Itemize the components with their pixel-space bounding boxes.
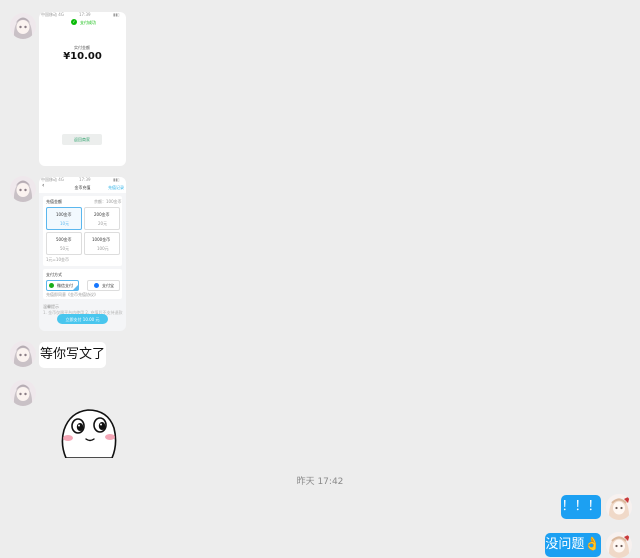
- avatar[interactable]: [10, 13, 36, 39]
- option-coins: 1000金币: [92, 237, 111, 242]
- alipay-icon: [94, 283, 99, 288]
- pay-now-button[interactable]: 立即支付 10.00 元: [57, 314, 108, 324]
- option-card[interactable]: 200金币 20元: [84, 207, 120, 230]
- anime-avatar-icon: [10, 13, 36, 39]
- option-coins: 200金币: [94, 212, 110, 217]
- status-bar-left: 中国移动 4G: [41, 12, 64, 17]
- wechat-icon: [49, 283, 54, 288]
- amount-label: 实付金额: [74, 45, 90, 50]
- anime-avatar-icon: [606, 532, 632, 558]
- status-bar-time: 17:39: [79, 12, 91, 17]
- agreement-text[interactable]: 充值即同意《金币充值协议》: [46, 292, 98, 297]
- image-message-recharge-page[interactable]: 中国移动 4G 17:39 ▮▮▯ ‹ 金币充值 充值记录 充值金额 余额：10…: [39, 177, 126, 331]
- success-title: 支付成功: [80, 20, 96, 25]
- option-price: 20元: [98, 221, 108, 226]
- message-bubble-incoming[interactable]: 等你写文了: [39, 342, 106, 368]
- blob-face-sticker-icon: [61, 409, 117, 458]
- chat-timestamp: 昨天 17:42: [296, 477, 344, 487]
- self-avatar[interactable]: [606, 532, 632, 558]
- option-coins: 100金币: [56, 212, 72, 217]
- exchange-note: 1元=10金币: [46, 257, 69, 262]
- image-message-payment-success[interactable]: 中国移动 4G 17:39 ▮▮▯ ✓ 支付成功 实付金额 ¥10.00 返回商…: [39, 12, 126, 166]
- anime-avatar-icon: [10, 176, 36, 202]
- message-text: 等你写文了: [39, 347, 105, 362]
- amount-value: ¥10.00: [63, 51, 102, 62]
- alipay-label: 支付宝: [102, 283, 114, 288]
- section-method-label: 支付方式: [46, 272, 62, 277]
- status-bar-right: ▮▮▯: [113, 177, 120, 182]
- message-text: 没问题👌: [545, 537, 601, 552]
- status-bar-time: 17:39: [79, 177, 91, 182]
- status-bar-right: ▮▮▯: [113, 12, 120, 17]
- done-button[interactable]: 返回商家: [62, 134, 102, 145]
- selected-corner-icon: [73, 285, 78, 290]
- sticker-message[interactable]: [42, 384, 126, 462]
- message-bubble-outgoing[interactable]: ！！！: [561, 495, 601, 519]
- status-bar-left: 中国移动 4G: [41, 177, 64, 182]
- avatar[interactable]: [10, 176, 36, 202]
- option-price: 10元: [60, 221, 70, 226]
- alipay-option[interactable]: 支付宝: [87, 280, 120, 291]
- option-price: 100元: [97, 246, 109, 251]
- wechat-label: 微信支付: [57, 283, 73, 288]
- option-card[interactable]: 1000金币 100元: [84, 232, 120, 255]
- success-check-icon: ✓: [71, 19, 77, 25]
- wechat-pay-option[interactable]: 微信支付: [46, 280, 79, 291]
- anime-avatar-icon: [10, 341, 36, 367]
- option-price: 50元: [60, 246, 70, 251]
- balance-text: 余额：100金币: [94, 199, 122, 204]
- tips-title: 温馨提示: [43, 304, 59, 309]
- message-bubble-outgoing[interactable]: 没问题👌: [545, 533, 601, 557]
- option-card-selected[interactable]: 100金币 10元: [46, 207, 82, 230]
- recharge-history-link[interactable]: 充值记录: [108, 185, 124, 190]
- option-coins: 500金币: [56, 237, 72, 242]
- self-avatar[interactable]: [606, 494, 632, 520]
- pay-now-label: 立即支付 10.00 元: [65, 316, 100, 322]
- anime-avatar-icon: [606, 494, 632, 520]
- message-text: ！！！: [561, 499, 601, 514]
- anime-avatar-icon: [10, 380, 36, 406]
- option-card[interactable]: 500金币 50元: [46, 232, 82, 255]
- avatar[interactable]: [10, 380, 36, 406]
- done-button-label: 返回商家: [74, 137, 90, 142]
- section-amount-label: 充值金额: [46, 199, 62, 204]
- avatar[interactable]: [10, 341, 36, 367]
